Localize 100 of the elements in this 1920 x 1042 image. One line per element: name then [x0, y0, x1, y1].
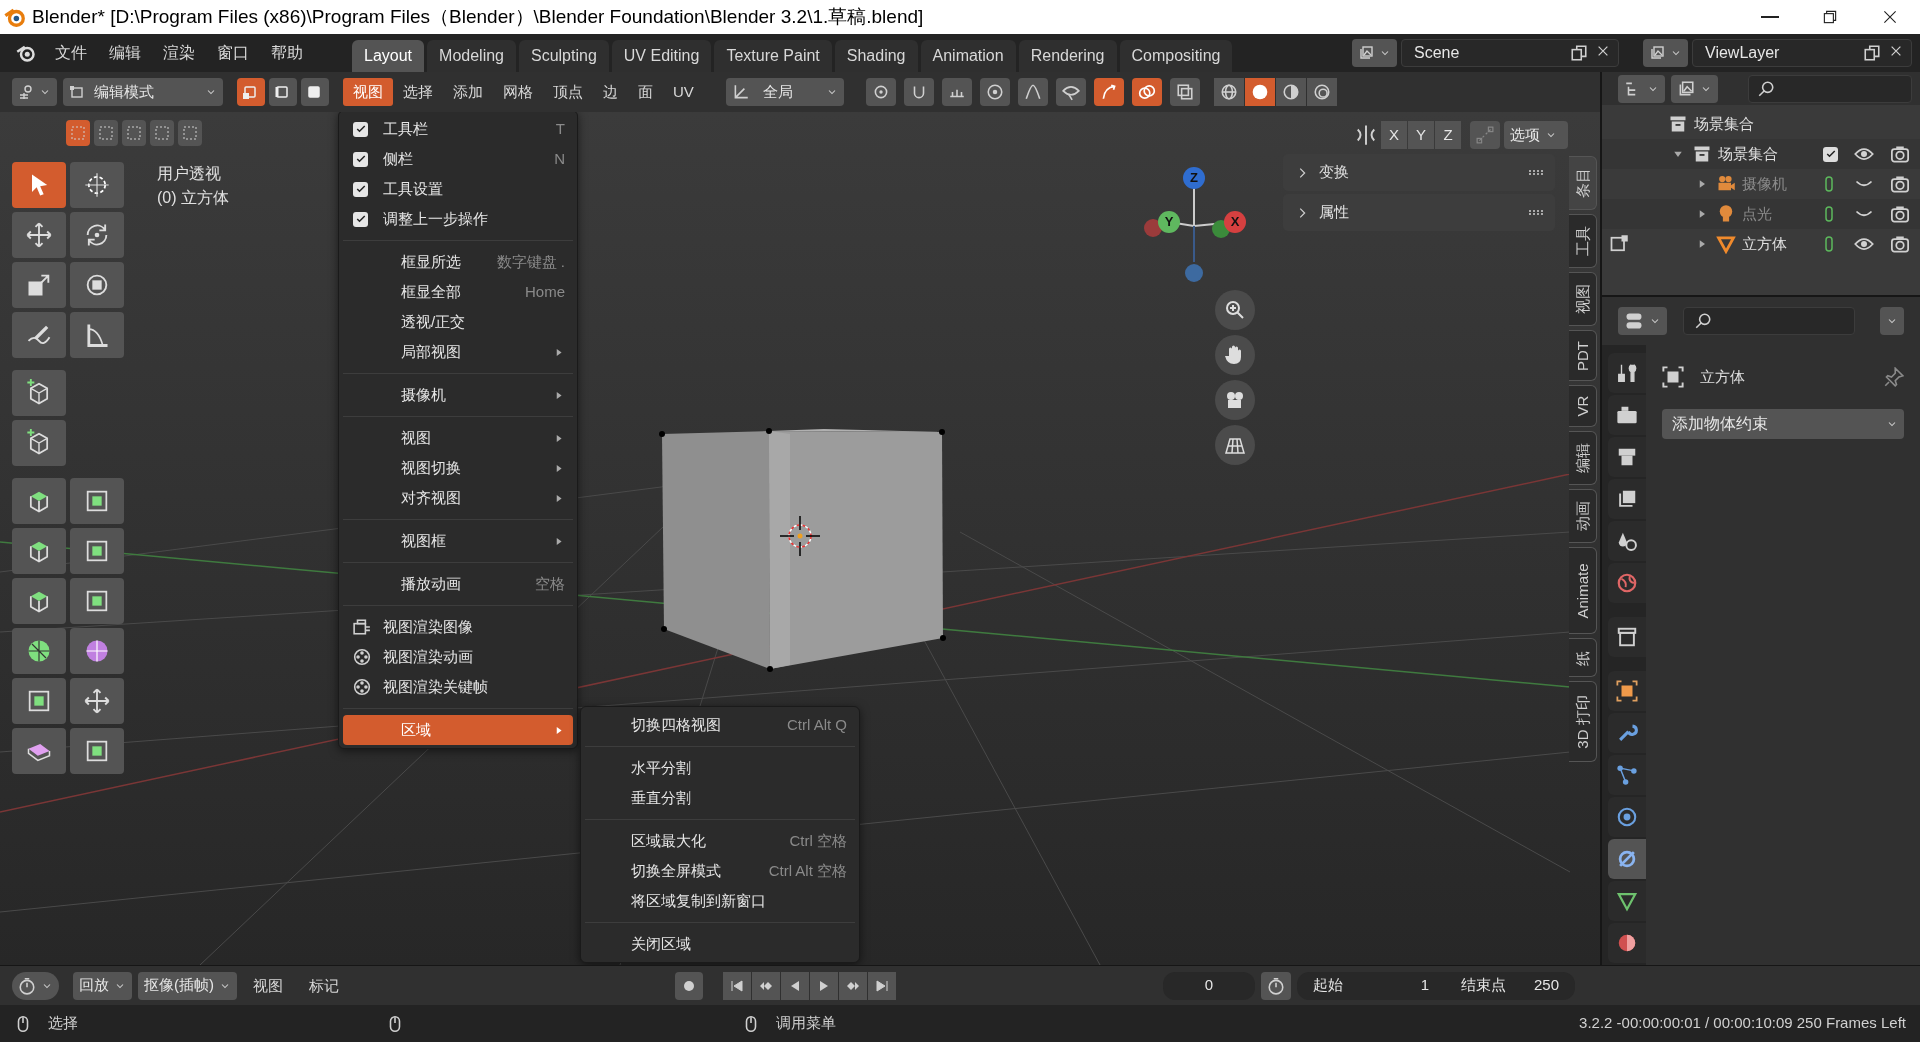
properties-tab[interactable] [1608, 671, 1646, 711]
tool-button[interactable] [12, 420, 66, 466]
menu-item[interactable]: 框显所选 数字键盘 . [343, 247, 573, 277]
tool-button[interactable] [70, 678, 124, 724]
menu-item[interactable]: 渲染 [152, 39, 206, 67]
properties-tab[interactable] [1608, 563, 1646, 603]
menu-item[interactable]: 局部视图 [343, 337, 573, 367]
menu-item[interactable]: 侧栏 N [343, 144, 573, 174]
playback-dropdown[interactable]: 回放 [73, 971, 132, 1000]
properties-tab[interactable] [1608, 755, 1646, 795]
scene-type-button[interactable] [1643, 39, 1688, 67]
axis-handle[interactable]: X [1224, 211, 1246, 233]
checkbox[interactable] [353, 121, 368, 137]
properties-tab[interactable] [1608, 395, 1646, 435]
menu-item[interactable]: 关闭区域 [585, 929, 855, 959]
outliner-item[interactable]: 场景集合 [1718, 142, 1778, 166]
workspace-tab[interactable]: Sculpting [519, 40, 609, 72]
toggle-button[interactable] [1131, 78, 1162, 106]
menu-item[interactable]: 视图 [343, 78, 393, 106]
menu-item[interactable]: 将区域复制到新窗口 [585, 886, 855, 916]
menu-item[interactable]: 垂直分割 [585, 783, 855, 813]
axis-handle[interactable]: Y [1158, 211, 1180, 233]
frame-range-field[interactable]: 结束点 250 [1445, 971, 1575, 1000]
menu-item[interactable]: 摄像机 [343, 380, 573, 410]
filter-button[interactable] [1671, 74, 1718, 103]
properties-tab[interactable] [1608, 437, 1646, 477]
outliner-item[interactable]: 场景集合 [1694, 112, 1754, 136]
menu-item[interactable]: 水平分割 [585, 753, 855, 783]
tool-button[interactable] [12, 162, 66, 208]
sidebar-tab[interactable]: PDT [1569, 330, 1597, 381]
checkbox[interactable] [353, 151, 368, 167]
properties-tab[interactable] [1608, 353, 1646, 393]
tool-button[interactable] [12, 370, 66, 416]
checkbox[interactable] [353, 211, 368, 227]
menu-item[interactable]: 文件 [44, 39, 98, 67]
toggle-button[interactable] [1093, 78, 1124, 106]
menu-item[interactable]: 标记 [299, 971, 349, 1000]
select-box-mode-button[interactable] [150, 120, 174, 146]
menu-item[interactable]: 对齐视图 [343, 483, 573, 513]
toggle-button[interactable] [865, 78, 896, 106]
current-frame-field[interactable]: 0 [1163, 971, 1255, 1000]
sidebar-tab[interactable]: VR [1569, 385, 1597, 427]
playback-button[interactable] [810, 971, 838, 1000]
options-dropdown[interactable]: 选项 [1504, 121, 1568, 149]
menu-item[interactable]: 视图框 [343, 526, 573, 556]
tool-button[interactable] [70, 528, 124, 574]
shading-button[interactable] [1275, 78, 1306, 106]
select-mode-button[interactable] [269, 78, 297, 106]
tool-button[interactable] [12, 678, 66, 724]
axis-toggle[interactable]: Z [1435, 121, 1461, 149]
tool-button[interactable] [70, 628, 124, 674]
menu-item[interactable]: 调整上一步操作 [343, 204, 573, 234]
menu-item[interactable]: 切换四格视图 Ctrl Alt Q [585, 710, 855, 740]
scene-type-button[interactable] [1352, 39, 1397, 67]
menu-item[interactable]: 窗口 [206, 39, 260, 67]
playback-button[interactable] [752, 971, 780, 1000]
menu-item[interactable]: 视图 [243, 971, 293, 1000]
sidebar-tab[interactable]: 视图 [1569, 272, 1597, 326]
select-mode-button[interactable] [301, 78, 329, 106]
menu-item[interactable]: 切换全屏模式 Ctrl Alt 空格 [585, 856, 855, 886]
outliner-item[interactable]: 点光 [1742, 202, 1772, 226]
menu-item[interactable]: 工具栏 T [343, 114, 573, 144]
mode-dropdown[interactable]: 编辑模式 [63, 78, 223, 106]
navigation-button[interactable] [1215, 380, 1255, 420]
properties-tab[interactable] [1608, 797, 1646, 837]
shading-button[interactable] [1244, 78, 1275, 106]
workspace-tab[interactable]: Shading [834, 40, 918, 72]
menu-item[interactable]: 工具设置 [343, 174, 573, 204]
workspace-tab[interactable]: UV Editing [611, 40, 712, 72]
menu-item[interactable]: 区域最大化 Ctrl 空格 [585, 826, 855, 856]
keying-dropdown[interactable]: 抠像(插帧) [138, 971, 237, 1000]
playback-button[interactable] [781, 971, 809, 1000]
search-field[interactable] [1683, 307, 1855, 335]
toggle-button[interactable] [1055, 78, 1086, 106]
shading-button[interactable] [1213, 78, 1244, 106]
workspace-tab[interactable]: Modeling [427, 40, 516, 72]
tool-button[interactable] [12, 212, 66, 258]
add-constraint-dropdown[interactable]: 添加物体约束 [1662, 409, 1904, 439]
tool-button[interactable] [12, 578, 66, 624]
axis-toggle[interactable]: Y [1408, 121, 1434, 149]
sidebar-tab[interactable]: Animate [1569, 547, 1597, 634]
workspace-tab[interactable]: Layout [352, 40, 425, 72]
frame-range-field[interactable]: 起始 1 [1297, 971, 1445, 1000]
axis-toggle[interactable]: X [1381, 121, 1407, 149]
toggle-button[interactable] [979, 78, 1010, 106]
tool-button[interactable] [70, 312, 124, 358]
menu-item[interactable]: 透视/正交 [343, 307, 573, 337]
checkbox[interactable] [353, 181, 368, 197]
menu-item[interactable]: 边 [593, 78, 628, 106]
playback-button[interactable] [723, 971, 751, 1000]
record-button[interactable] [675, 971, 703, 1000]
toggle-button[interactable] [903, 78, 934, 106]
tool-button[interactable] [70, 162, 124, 208]
axis-handle[interactable]: Z [1183, 167, 1205, 189]
tool-button[interactable] [12, 262, 66, 308]
navigation-button[interactable] [1215, 290, 1255, 330]
display-mode-button[interactable] [1618, 74, 1665, 103]
menu-item[interactable]: 播放动画 空格 [343, 569, 573, 599]
workspace-tab[interactable]: Texture Paint [714, 40, 832, 72]
workspace-tab[interactable]: Animation [920, 40, 1016, 72]
